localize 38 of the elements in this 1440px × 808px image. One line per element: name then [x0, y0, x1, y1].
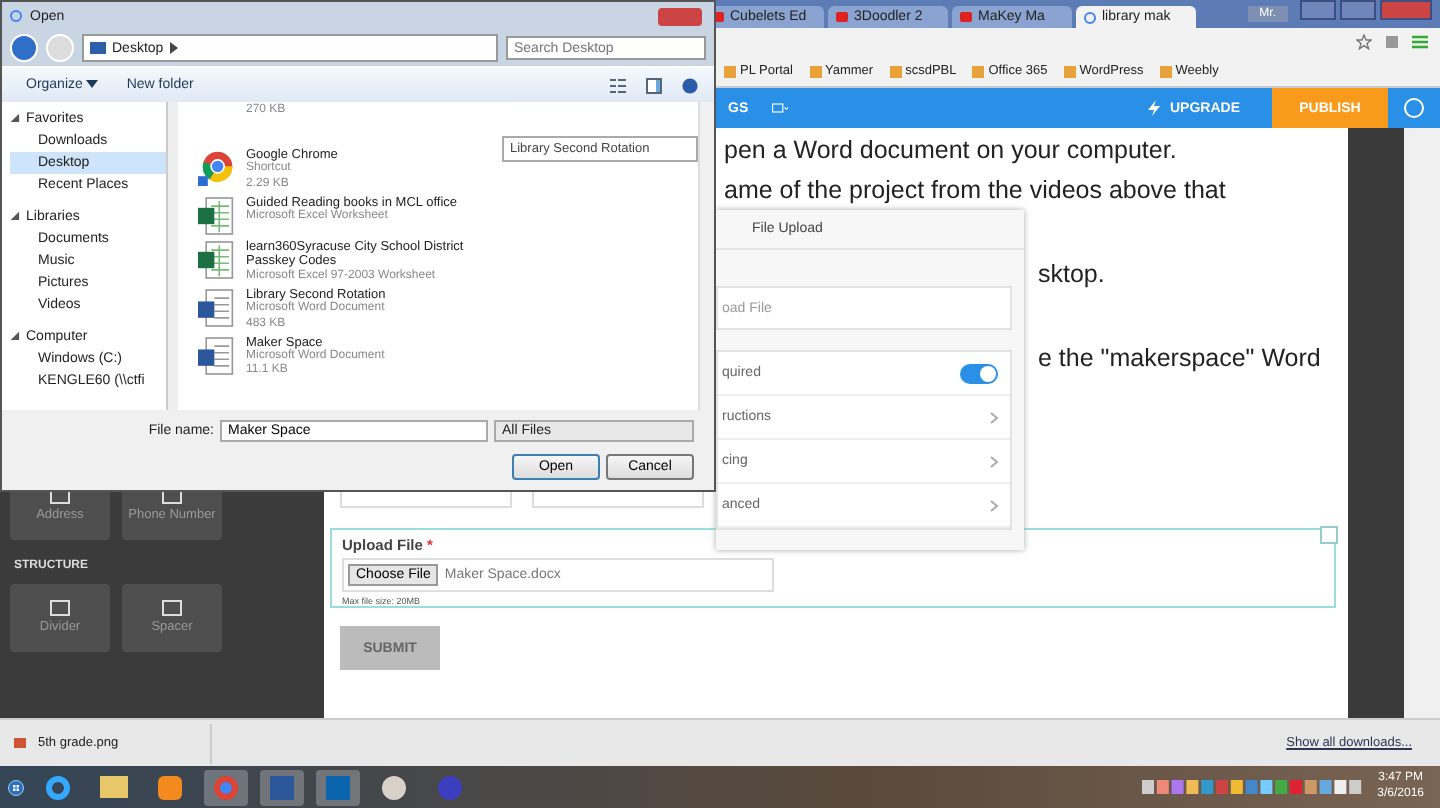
- preview-pane-icon: [646, 77, 662, 93]
- instruction-text: e the "makerspace" Word: [1038, 344, 1321, 376]
- star-icon: [1356, 34, 1372, 50]
- device-preview-icon: [772, 100, 788, 116]
- toggle-switch[interactable]: [960, 363, 998, 383]
- lightning-icon: [1145, 100, 1162, 116]
- document-file-icon: [198, 335, 234, 376]
- chevron-right-icon: [990, 411, 998, 423]
- document-file-icon: [198, 287, 234, 328]
- spreadsheet-file-icon: [198, 239, 234, 280]
- expand-triangle-icon: [10, 210, 24, 224]
- close-icon[interactable]: [1320, 526, 1338, 544]
- close-button[interactable]: [658, 7, 702, 25]
- extension-icon: [1384, 34, 1400, 50]
- tile-icon: [50, 600, 70, 617]
- close-button[interactable]: [1380, 0, 1432, 20]
- path-arrow-icon: [169, 42, 178, 54]
- scrollbar[interactable]: [698, 102, 714, 410]
- scrollbar[interactable]: [1404, 128, 1440, 718]
- chevron-right-icon: [990, 455, 998, 467]
- system-tray-drawing[interactable]: [1141, 778, 1362, 796]
- tile-icon: [162, 600, 182, 617]
- ring-icon: [10, 10, 22, 22]
- image-file-icon: [14, 738, 26, 748]
- instruction-text: pen a Word document on your computer.: [724, 136, 1177, 168]
- view-options-icon: [610, 77, 626, 93]
- instruction-text: ame of the project from the videos above that: [724, 176, 1226, 208]
- back-button[interactable]: [10, 34, 38, 62]
- chevron-right-icon: [990, 499, 998, 511]
- minimize-button[interactable]: [1300, 0, 1336, 20]
- spreadsheet-file-icon: [198, 195, 234, 236]
- expand-triangle-icon: [10, 112, 24, 126]
- expand-triangle-icon: [10, 330, 24, 344]
- monitor-icon: [90, 42, 106, 54]
- maximize-button[interactable]: [1340, 0, 1376, 20]
- instruction-text: sktop.: [1038, 260, 1105, 292]
- menu-icon: [1412, 34, 1428, 50]
- ring-icon: [1084, 11, 1096, 23]
